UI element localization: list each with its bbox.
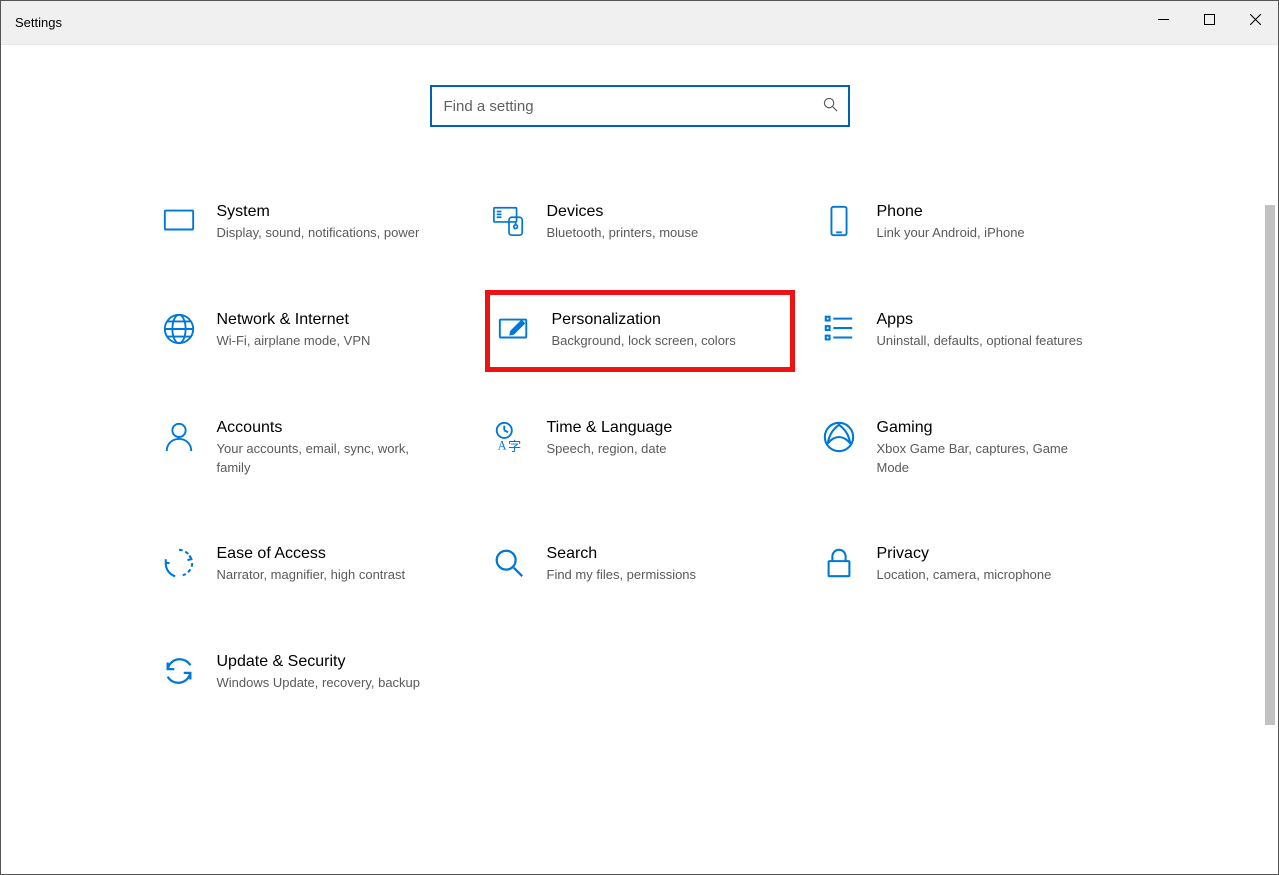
tile-title: Accounts bbox=[217, 419, 427, 437]
tile-desc: Background, lock screen, colors bbox=[552, 332, 736, 351]
tile-title: Phone bbox=[877, 203, 1025, 221]
scrollbar-thumb[interactable] bbox=[1265, 205, 1275, 725]
close-button[interactable] bbox=[1232, 4, 1278, 36]
tile-phone[interactable]: Phone Link your Android, iPhone bbox=[815, 197, 1125, 249]
tile-desc: Location, camera, microphone bbox=[877, 566, 1052, 585]
tile-title: Time & Language bbox=[547, 419, 673, 437]
window-title: Settings bbox=[1, 15, 62, 30]
gaming-icon bbox=[821, 419, 857, 455]
network-icon bbox=[161, 311, 197, 347]
tile-desc: Xbox Game Bar, captures, Game Mode bbox=[877, 440, 1087, 478]
ease-of-access-icon bbox=[161, 545, 197, 581]
search-icon bbox=[823, 97, 838, 116]
search-input[interactable] bbox=[444, 98, 823, 115]
tile-personalization[interactable]: Personalization Background, lock screen,… bbox=[485, 290, 795, 372]
time-language-icon: A字 bbox=[491, 419, 527, 455]
privacy-icon bbox=[821, 545, 857, 581]
tile-apps[interactable]: Apps Uninstall, defaults, optional featu… bbox=[815, 305, 1125, 357]
tile-title: Network & Internet bbox=[217, 311, 371, 329]
accounts-icon bbox=[161, 419, 197, 455]
update-icon bbox=[161, 653, 197, 689]
search-category-icon bbox=[491, 545, 527, 581]
devices-icon bbox=[491, 203, 527, 239]
tile-title: Privacy bbox=[877, 545, 1052, 563]
tile-desc: Windows Update, recovery, backup bbox=[217, 674, 421, 693]
tile-desc: Find my files, permissions bbox=[547, 566, 697, 585]
tile-desc: Wi-Fi, airplane mode, VPN bbox=[217, 332, 371, 351]
tile-accounts[interactable]: Accounts Your accounts, email, sync, wor… bbox=[155, 413, 465, 484]
settings-grid: System Display, sound, notifications, po… bbox=[155, 197, 1125, 699]
tile-title: Ease of Access bbox=[217, 545, 406, 563]
maximize-icon bbox=[1204, 14, 1215, 25]
window-controls bbox=[1140, 10, 1278, 36]
svg-text:A: A bbox=[497, 438, 506, 452]
tile-desc: Speech, region, date bbox=[547, 440, 673, 459]
tile-desc: Link your Android, iPhone bbox=[877, 224, 1025, 243]
apps-icon bbox=[821, 311, 857, 347]
close-icon bbox=[1250, 14, 1261, 25]
system-icon bbox=[161, 203, 197, 239]
tile-title: Update & Security bbox=[217, 653, 421, 671]
titlebar: Settings bbox=[1, 1, 1278, 45]
main-content: System Display, sound, notifications, po… bbox=[1, 45, 1278, 874]
tile-desc: Bluetooth, printers, mouse bbox=[547, 224, 699, 243]
tile-devices[interactable]: Devices Bluetooth, printers, mouse bbox=[485, 197, 795, 249]
tile-update-security[interactable]: Update & Security Windows Update, recove… bbox=[155, 647, 465, 699]
search-box[interactable] bbox=[430, 85, 850, 127]
tile-desc: Display, sound, notifications, power bbox=[217, 224, 420, 243]
tile-gaming[interactable]: Gaming Xbox Game Bar, captures, Game Mod… bbox=[815, 413, 1125, 484]
maximize-button[interactable] bbox=[1186, 4, 1232, 36]
tile-title: Personalization bbox=[552, 311, 736, 329]
tile-network[interactable]: Network & Internet Wi-Fi, airplane mode,… bbox=[155, 305, 465, 357]
personalization-icon bbox=[496, 311, 532, 347]
tile-time[interactable]: A字 Time & Language Speech, region, date bbox=[485, 413, 795, 484]
tile-system[interactable]: System Display, sound, notifications, po… bbox=[155, 197, 465, 249]
scrollbar[interactable] bbox=[1263, 45, 1277, 873]
tile-ease-of-access[interactable]: Ease of Access Narrator, magnifier, high… bbox=[155, 539, 465, 591]
tile-desc: Narrator, magnifier, high contrast bbox=[217, 566, 406, 585]
tile-title: Apps bbox=[877, 311, 1083, 329]
minimize-button[interactable] bbox=[1140, 4, 1186, 36]
tile-desc: Your accounts, email, sync, work, family bbox=[217, 440, 427, 478]
tile-title: Devices bbox=[547, 203, 699, 221]
phone-icon bbox=[821, 203, 857, 239]
tile-title: Gaming bbox=[877, 419, 1087, 437]
tile-desc: Uninstall, defaults, optional features bbox=[877, 332, 1083, 351]
minimize-icon bbox=[1158, 14, 1169, 25]
tile-search[interactable]: Search Find my files, permissions bbox=[485, 539, 795, 591]
tile-privacy[interactable]: Privacy Location, camera, microphone bbox=[815, 539, 1125, 591]
tile-title: Search bbox=[547, 545, 697, 563]
svg-text:字: 字 bbox=[508, 439, 521, 454]
tile-title: System bbox=[217, 203, 420, 221]
